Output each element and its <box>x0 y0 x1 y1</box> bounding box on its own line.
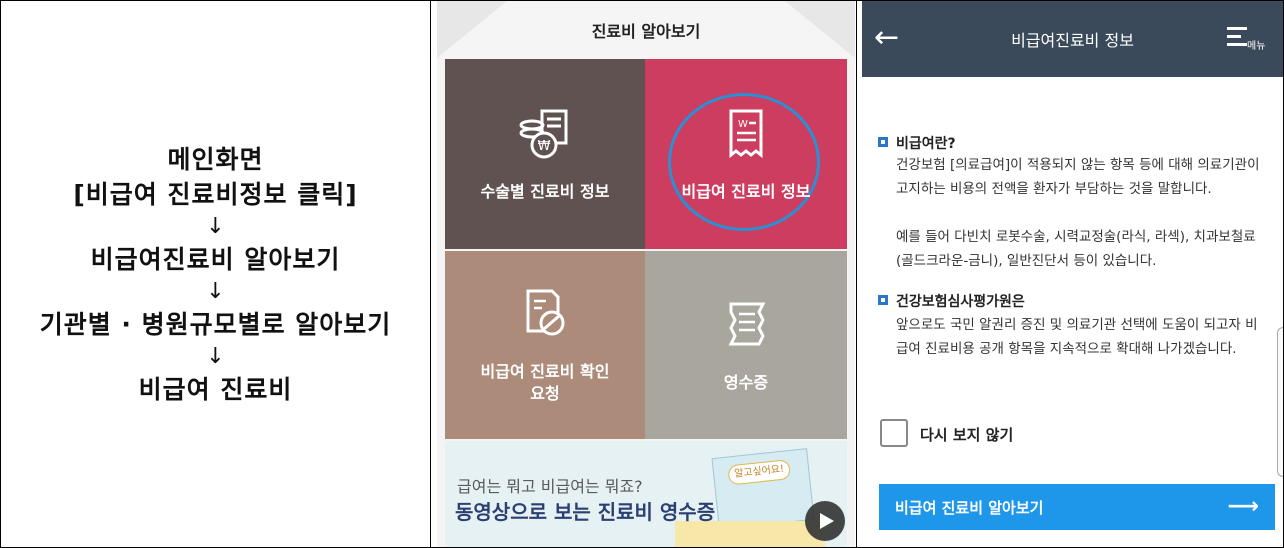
screen-header: 진료비 알아보기 <box>437 1 855 58</box>
flow-step: 비급여 진료비 <box>138 374 293 404</box>
side-scroll-handle[interactable] <box>1277 327 1283 477</box>
checkbox-label[interactable]: 다시 보지 않기 <box>920 424 1013 445</box>
booklet-tag: 알고싶어요! <box>727 459 792 486</box>
video-banner[interactable]: 알고싶어요! 급여는 뭐고 비급여는 뭐죠? 동영상으로 보는 진료비 영수증 <box>445 441 847 547</box>
banner-title: 동영상으로 보는 진료비 영수증 <box>455 500 716 524</box>
flow-step: 기관별 · 병원규모별로 알아보기 <box>39 309 392 339</box>
section-title: 건강보험심사평가원은 <box>896 294 1025 310</box>
button-label: 비급여 진료비 알아보기 <box>895 498 1044 517</box>
flow-step: 메인화면 <box>167 144 264 174</box>
tile-surgery-cost-info[interactable]: ₩ 수술별 진료비 정보 <box>445 59 645 249</box>
text-line: 앞으로도 국민 알권리 증진 및 의료기관 선택에 도움이 되고자 비 <box>896 317 1258 333</box>
banner-subtitle: 급여는 뭐고 비급여는 뭐죠? <box>457 477 643 496</box>
tile-label: 비급여 진료비 정보 <box>681 182 811 201</box>
tile-receipt[interactable]: 영수증 <box>645 251 847 439</box>
svg-text:₩: ₩ <box>538 139 551 154</box>
header-title: 비급여진료비 정보 <box>1011 31 1134 50</box>
down-arrow-icon: ↓ <box>206 213 225 239</box>
column-divider <box>430 0 431 548</box>
play-icon[interactable] <box>805 501 845 541</box>
paragraph: 앞으로도 국민 알권리 증진 및 의료기관 선택에 도움이 되고자 비 급여 진… <box>896 313 1258 361</box>
flow-step: 비급여진료비 알아보기 <box>90 244 341 274</box>
tile-label-line: 비급여 진료비 확인 <box>480 362 610 381</box>
down-arrow-icon: ↓ <box>206 343 225 369</box>
tile-cost-check-request[interactable]: 비급여 진료비 확인 요청 <box>445 251 645 439</box>
back-arrow-icon[interactable]: ← <box>874 23 899 53</box>
tile-label-line: 요청 <box>530 384 560 403</box>
menu-button[interactable]: 메뉴 <box>1227 25 1271 55</box>
learn-noncovered-cost-button[interactable]: 비급여 진료비 알아보기 ⟶ <box>879 484 1275 530</box>
paragraph: 건강보험 [의료급여]이 적용되지 않는 항목 등에 대해 의료기관이 고지하는… <box>896 153 1260 273</box>
text-line: 고지하는 비용의 전액을 환자가 부담하는 것을 말합니다. <box>896 181 1212 197</box>
noncovered-info-screen: ← 비급여진료비 정보 메뉴 비급여란? 건강보험 [의료급여]이 적용되지 않… <box>862 1 1283 547</box>
tile-noncovered-cost-info[interactable]: W 비급여 진료비 정보 <box>645 59 847 249</box>
hamburger-icon <box>1227 27 1247 51</box>
app-header: ← 비급여진료비 정보 메뉴 <box>862 1 1283 77</box>
header-decoration <box>437 1 507 58</box>
list-document-icon <box>728 302 766 346</box>
tile-label: 비급여 진료비 확인 요청 <box>481 361 610 405</box>
dont-show-again-checkbox[interactable] <box>880 419 908 447</box>
menu-label: 메뉴 <box>1247 41 1266 52</box>
text-line <box>896 201 1260 225</box>
text-line: 급여 진료비용 공개 항목을 지속적으로 확대해 나가겠습니다. <box>896 341 1237 357</box>
bullet-square-icon <box>878 295 888 305</box>
down-arrow-icon: ↓ <box>206 278 225 304</box>
flow-step: [비급여 진료비정보 클릭] <box>73 179 358 209</box>
column-divider <box>856 0 857 548</box>
tile-label: 영수증 <box>723 373 769 392</box>
bullet-square-icon <box>878 137 888 147</box>
receipt-icon: W <box>729 109 763 159</box>
app-main-screen: 진료비 알아보기 ₩ 수술별 진료비 정보 W 비급여 진료비 정보 비급여 진… <box>437 1 855 547</box>
header-decoration <box>785 1 855 58</box>
svg-text:W: W <box>738 119 748 130</box>
text-line: 예를 들어 다빈치 로봇수술, 시력교정술(라식, 라섹), 치과보철료 <box>896 229 1256 245</box>
right-arrow-icon: ⟶ <box>1227 494 1259 519</box>
section-title: 비급여란? <box>896 136 956 152</box>
page-title: 진료비 알아보기 <box>591 21 701 41</box>
tile-label: 수술별 진료비 정보 <box>480 182 610 201</box>
booklet-illustration: 알고싶어요! <box>711 448 815 530</box>
text-line: (골드크라운-금니), 일반진단서 등이 있습니다. <box>896 253 1157 269</box>
check-document-icon <box>526 289 565 336</box>
text-line: 건강보험 [의료급여]이 적용되지 않는 항목 등에 대해 의료기관이 <box>896 157 1260 173</box>
flow-description: 메인화면 [비급여 진료비정보 클릭] ↓ 비급여진료비 알아보기 ↓ 기관별 … <box>1 1 430 547</box>
coin-document-icon: ₩ <box>519 109 568 159</box>
